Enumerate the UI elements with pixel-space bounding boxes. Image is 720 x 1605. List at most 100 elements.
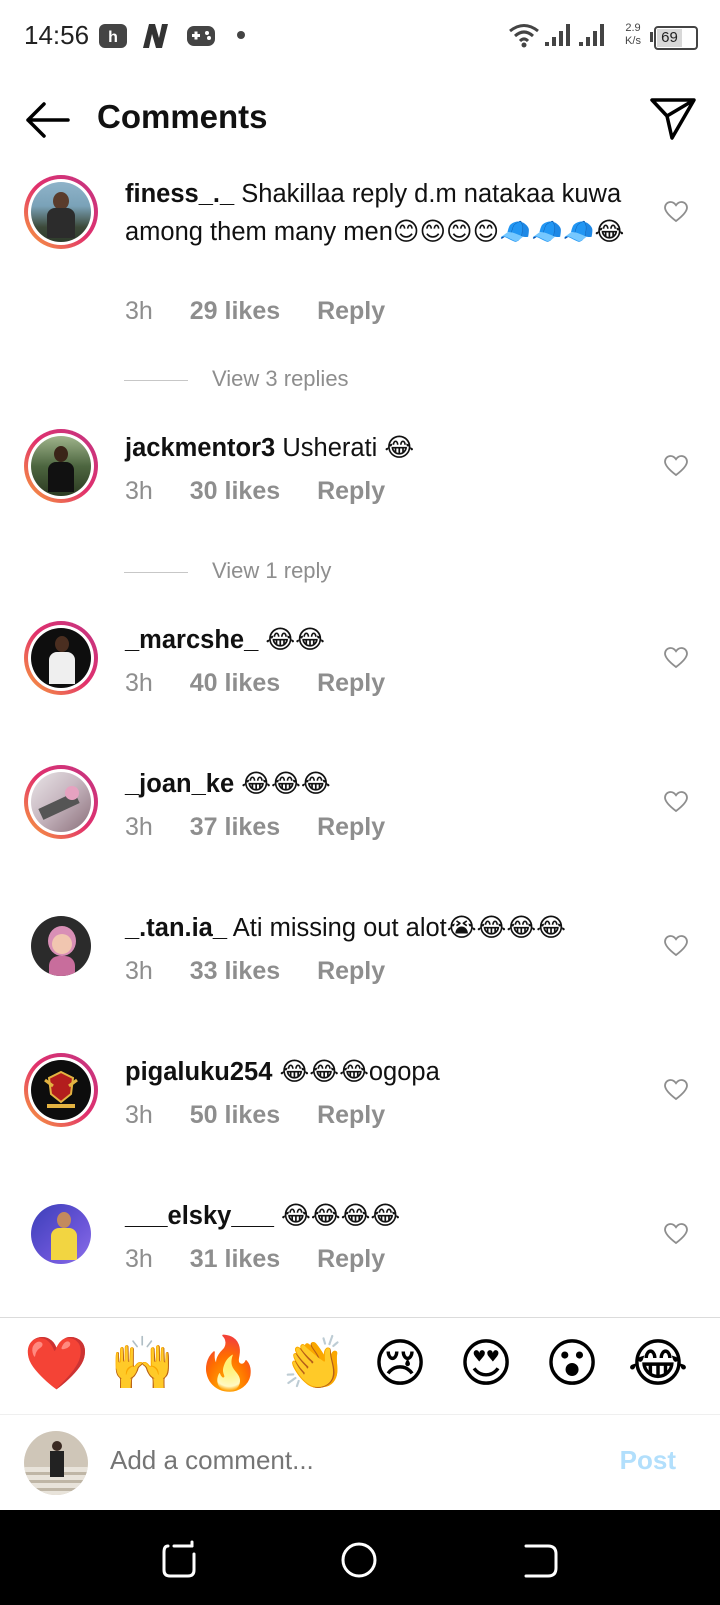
status-bar: 14:56 h 2.9 K/s 69 — [0, 0, 720, 72]
emoji-fire-button[interactable]: 🔥 — [196, 1332, 261, 1396]
reply-button[interactable]: Reply — [317, 477, 385, 505]
comment-time: 3h — [125, 957, 153, 985]
comment-time: 3h — [125, 297, 153, 325]
comment-text: 😂😂😂😂 — [281, 1202, 401, 1230]
comment-text: Ati missing out alot😭😂😂😂 — [232, 914, 566, 942]
reply-button[interactable]: Reply — [317, 297, 385, 325]
comment-time: 3h — [125, 1101, 153, 1129]
avatar[interactable] — [24, 909, 98, 983]
avatar[interactable] — [24, 1053, 98, 1127]
avatar[interactable] — [24, 765, 98, 839]
comment-text: 😂😂😂 — [241, 770, 331, 798]
comment-text: 😂😂 — [265, 626, 325, 654]
comment-likes[interactable]: 31 likes — [190, 1245, 280, 1273]
comment-item: _.tan.ia_ Ati missing out alot😭😂😂😂 3h 33… — [0, 909, 720, 989]
emoji-heart-button[interactable]: ❤️ — [24, 1332, 89, 1396]
comment-meta: 3h 29 likes Reply — [125, 297, 415, 326]
view-replies-button[interactable]: View 1 reply — [124, 558, 331, 584]
emoji-raised-hands-button[interactable]: 🙌 — [110, 1332, 175, 1396]
reply-button[interactable]: Reply — [317, 1101, 385, 1129]
comment-likes[interactable]: 30 likes — [190, 477, 280, 505]
comment-text-block: _joan_ke 😂😂😂 — [125, 765, 625, 803]
wifi-icon — [509, 24, 539, 48]
brand-logo-icon — [44, 1070, 78, 1108]
comment-username[interactable]: _marcshe_ — [125, 626, 258, 654]
like-heart-icon[interactable] — [664, 647, 688, 669]
share-send-icon[interactable] — [648, 96, 698, 142]
back-nav-icon[interactable] — [520, 1540, 560, 1580]
comment-likes[interactable]: 50 likes — [190, 1101, 280, 1129]
emoji-heart-eyes-button[interactable]: 😍 — [454, 1332, 518, 1396]
comment-item: pigaluku254 😂😂😂ogopa 3h 50 likes Reply — [0, 1053, 720, 1133]
comment-composer: Post — [0, 1414, 720, 1511]
comment-meta: 3h 30 likes Reply — [125, 477, 415, 506]
like-heart-icon[interactable] — [664, 201, 688, 223]
emoji-surprised-button[interactable]: 😮 — [540, 1332, 604, 1396]
comment-username[interactable]: _.tan.ia_ — [125, 914, 227, 942]
battery-tip — [650, 32, 653, 42]
svg-text:h: h — [108, 29, 118, 46]
home-icon[interactable] — [339, 1540, 379, 1580]
comment-likes[interactable]: 33 likes — [190, 957, 280, 985]
comment-username[interactable]: jackmentor3 — [125, 434, 275, 462]
comment-username[interactable]: _joan_ke — [125, 770, 234, 798]
comment-meta: 3h 40 likes Reply — [125, 669, 415, 698]
battery-icon: 69 — [654, 26, 698, 50]
netflix-notification-icon — [143, 24, 168, 48]
comment-username[interactable]: ___elsky___ — [125, 1202, 274, 1230]
game-controller-icon — [187, 26, 215, 46]
view-replies-label[interactable]: View 1 reply — [212, 558, 331, 583]
like-heart-icon[interactable] — [664, 791, 688, 813]
net-speed-unit: K/s — [625, 35, 641, 47]
emoji-laughing-button[interactable]: 😂 — [626, 1332, 690, 1396]
notification-dot-icon — [237, 31, 245, 39]
replies-line — [124, 571, 188, 573]
like-heart-icon[interactable] — [664, 1223, 688, 1245]
comment-time: 3h — [125, 477, 153, 505]
comment-item: _joan_ke 😂😂😂 3h 37 likes Reply — [0, 765, 720, 845]
avatar[interactable] — [24, 621, 98, 695]
avatar[interactable] — [24, 1197, 98, 1271]
view-replies-button[interactable]: View 3 replies — [124, 366, 349, 392]
comment-likes[interactable]: 29 likes — [190, 297, 280, 325]
like-heart-icon[interactable] — [664, 1079, 688, 1101]
page-title: Comments — [97, 98, 268, 135]
comment-text-block: ___elsky___ 😂😂😂😂 — [125, 1197, 625, 1235]
system-nav-bar — [0, 1510, 720, 1605]
comment-item: ___elsky___ 😂😂😂😂 3h 31 likes Reply — [0, 1197, 720, 1277]
reply-button[interactable]: Reply — [317, 669, 385, 697]
comment-item: finess_._ Shakillaa reply d.m natakaa ku… — [0, 175, 720, 335]
back-arrow-icon[interactable] — [22, 98, 72, 142]
recent-apps-icon[interactable] — [160, 1540, 200, 1580]
comment-meta: 3h 50 likes Reply — [125, 1101, 415, 1130]
comment-time: 3h — [125, 1245, 153, 1273]
avatar[interactable] — [24, 175, 98, 249]
comment-text-block: _marcshe_ 😂😂 — [125, 621, 625, 659]
avatar[interactable] — [24, 429, 98, 503]
comment-text: 😂😂😂ogopa — [279, 1058, 440, 1086]
net-speed: 2.9 K/s — [618, 22, 648, 48]
signal-1-icon — [545, 24, 570, 46]
comment-input[interactable] — [110, 1445, 590, 1476]
reply-button[interactable]: Reply — [317, 813, 385, 841]
comment-item: _marcshe_ 😂😂 3h 40 likes Reply — [0, 621, 720, 701]
comment-username[interactable]: pigaluku254 — [125, 1058, 272, 1086]
comment-likes[interactable]: 37 likes — [190, 813, 280, 841]
battery-level: 69 — [657, 29, 682, 47]
emoji-clapping-button[interactable]: 👏 — [282, 1332, 347, 1396]
reply-button[interactable]: Reply — [317, 957, 385, 985]
emoji-reaction-bar: ❤️ 🙌 🔥 👏 😢 😍 😮 😂 — [0, 1318, 720, 1414]
like-heart-icon[interactable] — [664, 455, 688, 477]
net-speed-value: 2.9 — [625, 22, 641, 34]
comment-text-block: finess_._ Shakillaa reply d.m natakaa ku… — [125, 175, 625, 251]
like-heart-icon[interactable] — [664, 935, 688, 957]
app-notification-icon: h — [99, 24, 127, 48]
comment-username[interactable]: finess_._ — [125, 180, 234, 208]
view-replies-label[interactable]: View 3 replies — [212, 366, 349, 391]
replies-line — [124, 379, 188, 381]
reply-button[interactable]: Reply — [317, 1245, 385, 1273]
comment-likes[interactable]: 40 likes — [190, 669, 280, 697]
comment-time: 3h — [125, 669, 153, 697]
post-button[interactable]: Post — [620, 1445, 676, 1476]
emoji-crying-button[interactable]: 😢 — [368, 1332, 432, 1396]
